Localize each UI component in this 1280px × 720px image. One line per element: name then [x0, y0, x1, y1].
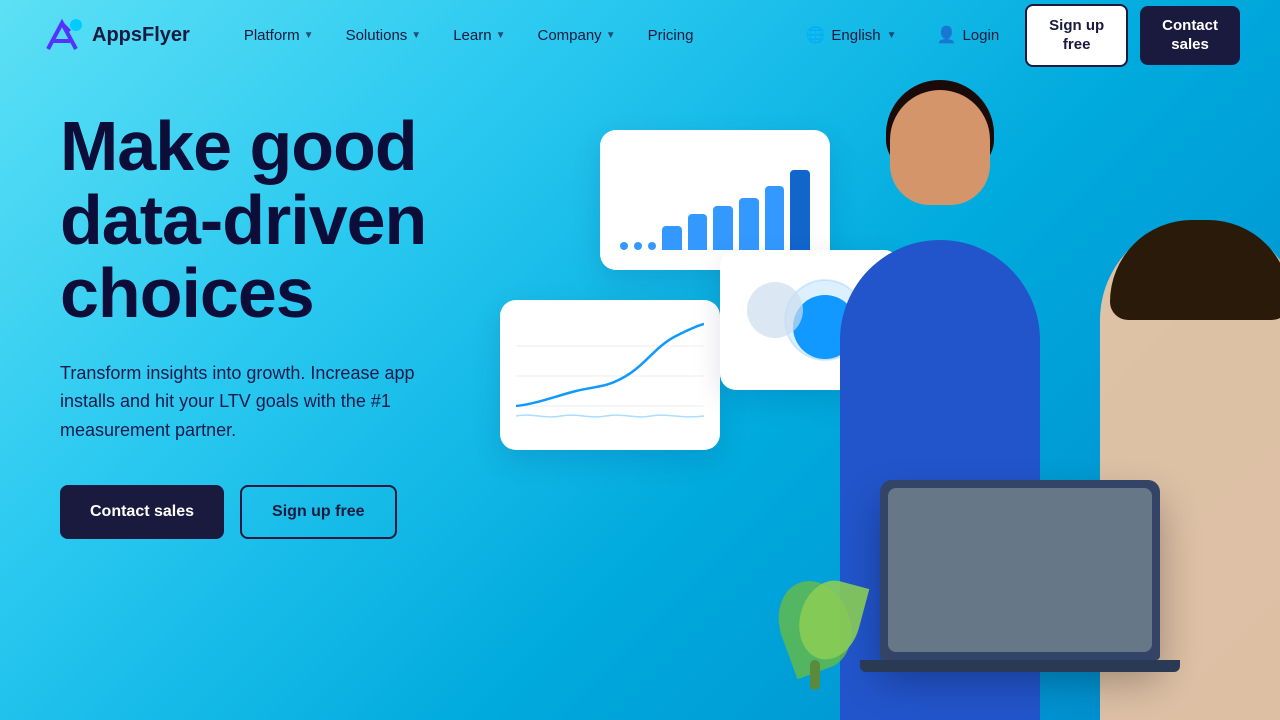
hero-text: Make good data-driven choices Transform …: [60, 110, 440, 720]
bar-dot-3: [648, 242, 656, 250]
platform-chevron-icon: ▼: [304, 30, 314, 41]
nav-solutions[interactable]: Solutions ▼: [332, 19, 436, 52]
navbar: AppsFlyer Platform ▼ Solutions ▼ Learn ▼…: [0, 0, 1280, 70]
solutions-chevron-icon: ▼: [411, 30, 421, 41]
user-icon: 👤: [937, 25, 957, 45]
bar-4: [739, 198, 759, 250]
bar-dot-2: [634, 242, 642, 250]
bar-3: [713, 206, 733, 250]
nav-pricing[interactable]: Pricing: [634, 19, 708, 52]
brand-name: AppsFlyer: [92, 24, 190, 47]
laptop-screen: [888, 488, 1152, 652]
nav-platform[interactable]: Platform ▼: [230, 19, 328, 52]
contact-sales-button-hero[interactable]: Contact sales: [60, 485, 224, 539]
plant: [780, 570, 860, 690]
login-button[interactable]: 👤 Login: [923, 17, 1014, 53]
line-chart-card: [500, 300, 720, 450]
hero-section: Make good data-driven choices Transform …: [0, 70, 1280, 720]
hero-title: Make good data-driven choices: [60, 110, 440, 331]
bar-1: [662, 226, 682, 250]
woman-head: [890, 90, 990, 205]
laptop-base: [860, 660, 1180, 672]
nav-company[interactable]: Company ▼: [523, 19, 629, 52]
nav-links: Platform ▼ Solutions ▼ Learn ▼ Company ▼…: [230, 19, 792, 52]
language-chevron-icon: ▼: [887, 30, 897, 41]
bar-2: [688, 214, 708, 250]
plant-stem: [810, 660, 820, 690]
language-selector[interactable]: 🌐 English ▼: [792, 17, 911, 53]
company-chevron-icon: ▼: [606, 30, 616, 41]
laptop: [880, 480, 1160, 660]
globe-icon: 🌐: [806, 25, 826, 45]
logo[interactable]: AppsFlyer: [40, 13, 190, 57]
hero-subtitle: Transform insights into growth. Increase…: [60, 359, 440, 445]
learn-chevron-icon: ▼: [496, 30, 506, 41]
nav-learn[interactable]: Learn ▼: [439, 19, 519, 52]
signup-free-button-hero[interactable]: Sign up free: [240, 485, 396, 539]
signup-button[interactable]: Sign up free: [1025, 4, 1128, 67]
line-chart-svg: [516, 316, 704, 434]
bar-dot-1: [620, 242, 628, 250]
hero-buttons: Contact sales Sign up free: [60, 485, 440, 539]
contact-sales-button-nav[interactable]: Contact sales: [1140, 6, 1240, 65]
man-hair: [1110, 220, 1280, 320]
nav-right: 🌐 English ▼ 👤 Login Sign up free Contact…: [792, 4, 1241, 67]
hero-visual: [500, 70, 1280, 720]
